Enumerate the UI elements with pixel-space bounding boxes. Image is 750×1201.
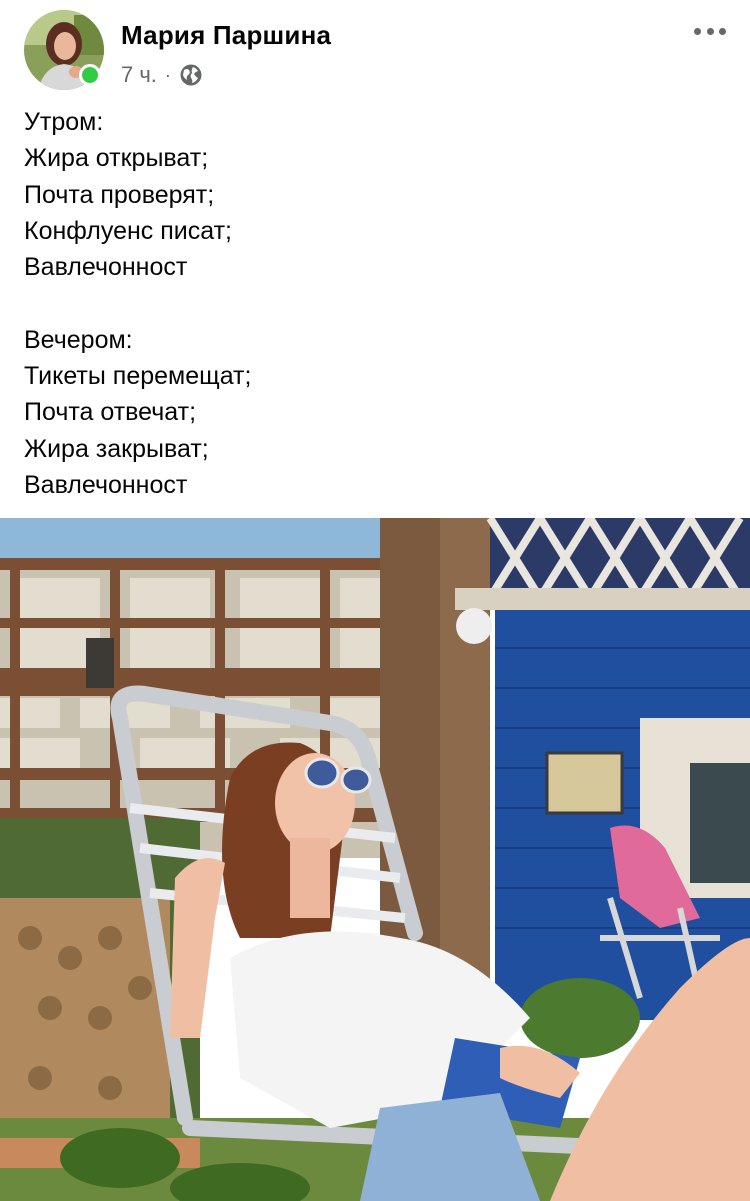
more-options-icon[interactable] — [690, 18, 730, 44]
meta-separator: · — [164, 64, 171, 85]
post-text-line: Вавлечонност — [24, 470, 188, 499]
post-text-line: Конфлуенс писат; — [24, 216, 233, 245]
more-dot — [706, 27, 714, 35]
post-text-line: Тикеты перемещат; — [24, 362, 252, 391]
post-text-line: Жира закрыват; — [24, 434, 209, 463]
more-dot — [719, 27, 726, 35]
online-status-dot — [79, 64, 101, 86]
post-time[interactable]: 7 ч. — [121, 62, 157, 88]
globe-icon[interactable] — [179, 63, 203, 87]
post-text-line: Почта проверят; — [24, 180, 215, 209]
post-text-line: Жира открыват; — [24, 144, 209, 173]
post-text: Утром: Жира открыват; Почта проверят; Ко… — [24, 104, 724, 503]
more-dot — [694, 27, 701, 35]
author-name[interactable]: Мария Паршина — [121, 20, 331, 51]
post-text-line: Почта отвечат; — [24, 398, 197, 427]
post-meta: 7 ч. · — [121, 60, 203, 90]
post-header: Мария Паршина 7 ч. · — [0, 0, 750, 100]
post-photo[interactable] — [0, 518, 750, 1201]
post-text-line: Утром: — [24, 108, 104, 136]
post-text-line: Вавлечонност — [24, 253, 188, 282]
post-text-line: Вечером: — [24, 325, 133, 354]
